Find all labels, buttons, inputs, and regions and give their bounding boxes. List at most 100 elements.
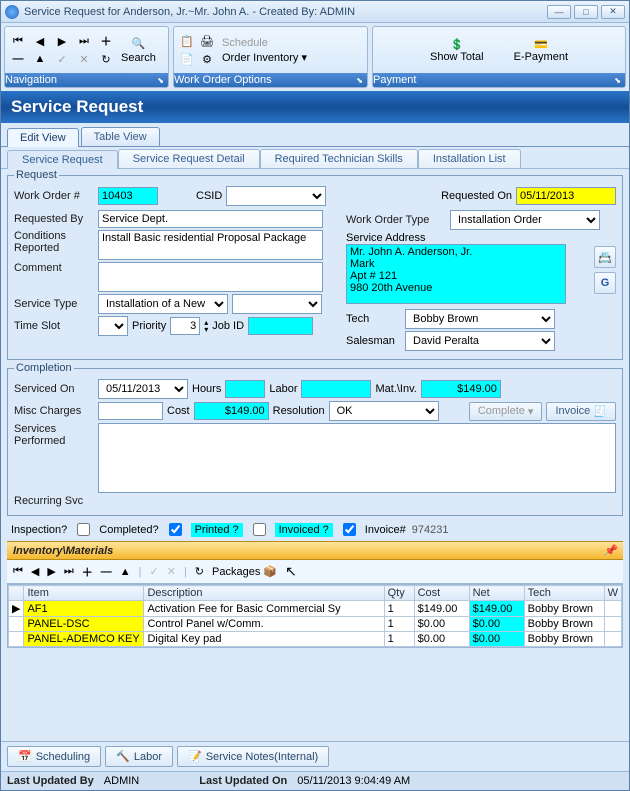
wo-type-select[interactable]: Installation Order (450, 210, 600, 230)
cost-input[interactable] (194, 402, 269, 420)
nav-delete-icon[interactable]: — (11, 52, 25, 66)
subtab-install-list[interactable]: Installation List (418, 149, 521, 168)
inv-post-icon[interactable]: ✓ (150, 565, 159, 578)
btab-scheduling[interactable]: 📅Scheduling (7, 746, 101, 767)
labor-input[interactable] (301, 380, 371, 398)
request-fieldset: Request Work Order # CSID Requested On R… (7, 169, 623, 360)
nav-next-icon[interactable]: ▶ (55, 34, 69, 48)
nav-post-icon[interactable]: ✓ (55, 52, 69, 66)
service-type-select[interactable]: Installation of a New Sect (98, 294, 228, 314)
resolution-select[interactable]: OK (329, 401, 439, 421)
completed-checkbox[interactable] (169, 523, 182, 536)
titlebar: Service Request for Anderson, Jr.~Mr. Jo… (1, 1, 629, 23)
doc-icon[interactable]: 📄 (180, 52, 194, 66)
subtab-tech-skills[interactable]: Required Technician Skills (260, 149, 418, 168)
schedule-button[interactable]: Schedule (222, 37, 307, 49)
tab-edit-view[interactable]: Edit View (7, 128, 79, 147)
maximize-button[interactable]: □ (574, 5, 598, 19)
printed-checkbox[interactable] (253, 523, 266, 536)
inv-add-icon[interactable]: ＋ (82, 564, 93, 580)
expand-icon[interactable]: ⬊ (356, 76, 367, 85)
hours-input[interactable] (225, 380, 265, 398)
nav-prev-icon[interactable]: ◀ (33, 34, 47, 48)
window-title: Service Request for Anderson, Jr.~Mr. Jo… (24, 6, 544, 18)
calendar-icon: 📅 (18, 750, 32, 763)
sub-tabstrip: Service Request Service Request Detail R… (1, 147, 629, 169)
nav-cancel-icon[interactable]: ✕ (77, 52, 91, 66)
note-icon: 📝 (188, 750, 202, 763)
gear-icon[interactable]: ⚙ (200, 52, 214, 66)
job-id-input[interactable] (248, 317, 313, 335)
complete-button[interactable]: Complete ▾ (469, 402, 543, 421)
epayment-button[interactable]: 💳 E-Payment (514, 38, 568, 63)
map-button[interactable]: G (594, 272, 616, 294)
matinv-input[interactable] (421, 380, 501, 398)
printer-icon[interactable]: 🖨 (200, 34, 214, 48)
service-address-input[interactable] (346, 244, 566, 304)
money-icon: 💲 (450, 38, 464, 51)
main-tabstrip: Edit View Table View (1, 123, 629, 147)
inv-cancel-icon[interactable]: ✕ (167, 565, 176, 578)
invoice-button[interactable]: Invoice 🧾 (546, 402, 616, 421)
ribbon: ⏮ ◀ ▶ ⏭ ＋ — ▲ ✓ ✕ ↻ 🔍 (1, 23, 629, 91)
inv-first-icon[interactable]: ⏮ (13, 565, 23, 578)
conditions-reported-input[interactable] (98, 230, 323, 260)
print-icon[interactable]: 📋 (180, 34, 194, 48)
table-row[interactable]: ▶AF1Activation Fee for Basic Commercial … (9, 601, 622, 617)
inventory-grid[interactable]: Item Description Qty Cost Net Tech W ▶AF… (8, 585, 622, 647)
dropdown-icon: ▾ (301, 52, 307, 64)
spinner-icon[interactable]: ▴▾ (204, 319, 208, 333)
invoiced-checkbox[interactable] (343, 523, 356, 536)
salesman-select[interactable]: David Peralta (405, 331, 555, 351)
nav-edit-icon[interactable]: ▲ (33, 52, 47, 66)
tech-select[interactable]: Bobby Brown (405, 309, 555, 329)
address-detail-button[interactable]: 📇 (594, 246, 616, 268)
packages-button[interactable]: Packages 📦 (212, 565, 277, 578)
requested-by-input[interactable] (98, 210, 323, 228)
inv-prev-icon[interactable]: ◀ (31, 565, 39, 578)
inv-last-icon[interactable]: ⏭ (64, 565, 74, 578)
hammer-icon: 🔨 (116, 750, 130, 763)
requested-on-input[interactable] (516, 187, 616, 205)
expand-icon[interactable]: ⬊ (614, 76, 625, 85)
priority-input[interactable] (170, 317, 200, 335)
search-button[interactable]: 🔍 Search (121, 36, 156, 64)
ribbon-group-options: 📋 🖨 📄 ⚙ Schedule Order Inventory ▾ Work … (173, 26, 368, 88)
nav-last-icon[interactable]: ⏭ (77, 34, 91, 48)
btab-labor[interactable]: 🔨Labor (105, 746, 173, 767)
completion-fieldset: Completion Serviced On 05/11/2013 Hours … (7, 362, 623, 516)
page-title: Service Request (1, 91, 629, 123)
time-slot-select[interactable] (98, 316, 128, 336)
cursor-icon: ↖ (285, 563, 297, 580)
flags-row: Inspection? Completed? Printed ? Invoice… (7, 518, 623, 541)
service-type-detail-select[interactable] (232, 294, 322, 314)
show-total-button[interactable]: 💲 Show Total (430, 38, 484, 63)
minimize-button[interactable]: — (547, 5, 571, 19)
inv-delete-icon[interactable]: — (101, 566, 112, 578)
table-row[interactable]: PANEL-DSCControl Panel w/Comm.1$0.00$0.0… (9, 617, 622, 632)
tab-table-view[interactable]: Table View (81, 127, 160, 146)
inv-refresh-icon[interactable]: ↻ (195, 565, 204, 578)
btab-notes[interactable]: 📝Service Notes(Internal) (177, 746, 329, 767)
nav-add-icon[interactable]: ＋ (99, 34, 113, 48)
subtab-sr-detail[interactable]: Service Request Detail (118, 149, 260, 168)
inspection-checkbox[interactable] (77, 523, 90, 536)
comment-input[interactable] (98, 262, 323, 292)
order-inventory-button[interactable]: Order Inventory ▾ (222, 51, 307, 64)
close-button[interactable]: ✕ (601, 5, 625, 19)
statusbar: Last Updated By ADMIN Last Updated On 05… (1, 771, 629, 790)
expand-icon[interactable]: ⬊ (157, 76, 168, 85)
inv-next-icon[interactable]: ▶ (47, 565, 55, 578)
serviced-on-input[interactable]: 05/11/2013 (98, 379, 188, 399)
services-performed-input[interactable] (98, 423, 616, 493)
inv-edit-icon[interactable]: ▲ (120, 566, 131, 578)
subtab-service-request[interactable]: Service Request (7, 150, 118, 169)
table-row[interactable]: PANEL-ADEMCO KEYDigital Key pad1$0.00$0.… (9, 632, 622, 647)
csid-select[interactable] (226, 186, 326, 206)
pin-icon[interactable]: 📌 (603, 544, 617, 557)
nav-first-icon[interactable]: ⏮ (11, 34, 25, 48)
bottom-tabs: 📅Scheduling 🔨Labor 📝Service Notes(Intern… (1, 741, 629, 771)
work-order-input[interactable] (98, 187, 158, 205)
misc-charges-input[interactable] (98, 402, 163, 420)
nav-refresh-icon[interactable]: ↻ (99, 52, 113, 66)
